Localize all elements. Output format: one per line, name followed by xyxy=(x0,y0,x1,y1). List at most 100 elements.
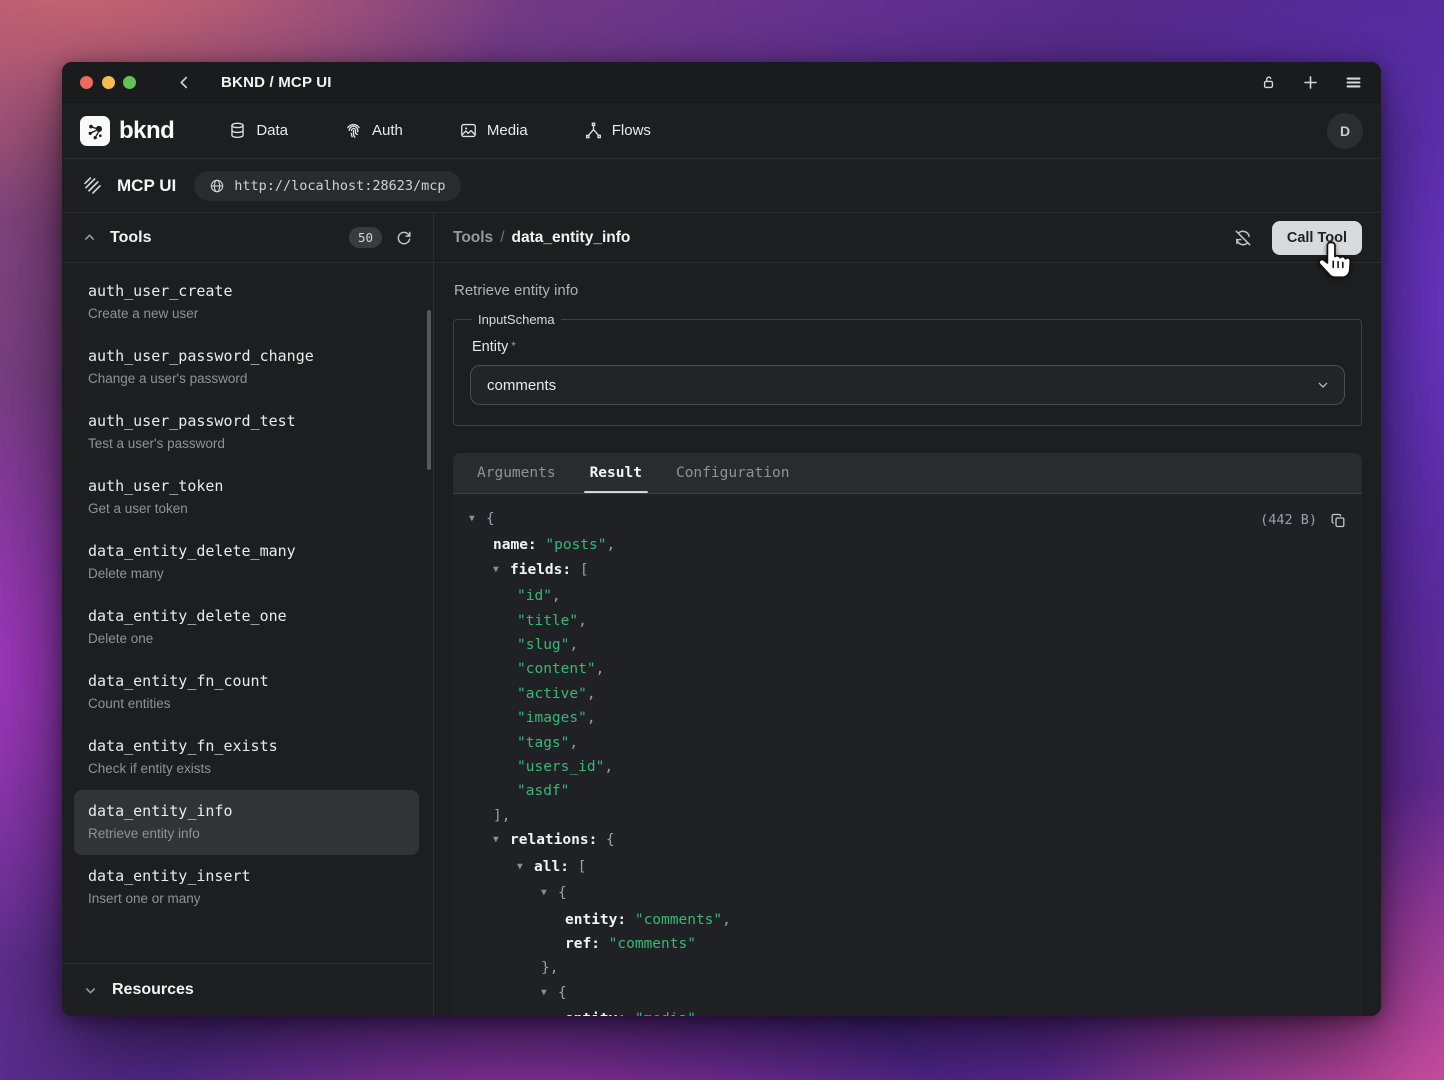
json-string-value: "content" xyxy=(517,661,596,677)
call-tool-button[interactable]: Call Tool xyxy=(1272,221,1362,255)
photo-icon xyxy=(459,121,478,140)
tool-list-item[interactable]: auth_user_token Get a user token xyxy=(74,465,419,530)
tool-list-item[interactable]: auth_user_create Create a new user xyxy=(74,270,419,335)
tool-list-item[interactable]: data_entity_delete_many Delete many xyxy=(74,530,419,595)
tool-name: data_entity_fn_count xyxy=(88,671,405,691)
tool-list-item[interactable]: auth_user_password_test Test a user's pa… xyxy=(74,400,419,465)
app-nav-bar: bknd Data Auth Media Flows xyxy=(62,103,1381,159)
result-size-label: (442 B) xyxy=(1260,508,1317,532)
json-punctuation: }, xyxy=(541,960,558,976)
nav-item-auth[interactable]: Auth xyxy=(344,121,403,140)
back-icon[interactable] xyxy=(176,74,193,91)
tools-section-title: Tools xyxy=(110,229,151,247)
collapse-arrow-icon[interactable]: ▼ xyxy=(517,855,534,879)
tool-list-item[interactable]: data_entity_insert Insert one or many xyxy=(74,855,419,920)
user-avatar[interactable]: D xyxy=(1327,113,1363,149)
database-icon xyxy=(228,121,247,140)
close-window-button[interactable] xyxy=(80,76,93,89)
tool-name: auth_user_create xyxy=(88,281,405,301)
json-key: relations: xyxy=(510,832,597,848)
resources-section-title: Resources xyxy=(112,981,194,999)
json-string-value: "posts" xyxy=(537,537,607,553)
tab[interactable]: Arguments xyxy=(477,453,556,493)
json-line: ▼{ xyxy=(469,981,1346,1007)
lock-open-icon[interactable] xyxy=(1260,74,1277,91)
json-punctuation: [ xyxy=(571,562,588,578)
collapse-arrow-icon[interactable]: ▼ xyxy=(493,828,510,852)
nav-item-flows[interactable]: Flows xyxy=(584,121,651,140)
input-schema-legend: InputSchema xyxy=(472,312,561,327)
tool-description: Check if entity exists xyxy=(88,760,405,778)
tool-description-text: Retrieve entity info xyxy=(454,282,1361,299)
json-line: "images", xyxy=(469,706,1346,730)
json-line: name: "posts", xyxy=(469,533,1346,557)
tool-detail-body: Retrieve entity info InputSchema Entity*… xyxy=(434,263,1381,1016)
json-string-value: "images" xyxy=(517,710,587,726)
json-string-value: "id" xyxy=(517,588,552,604)
refresh-off-icon[interactable] xyxy=(1233,228,1253,248)
json-string-value: "comments" xyxy=(600,936,696,952)
json-line: "id", xyxy=(469,584,1346,608)
tab[interactable]: Configuration xyxy=(676,453,790,493)
json-punctuation: , xyxy=(552,588,561,604)
tool-name: data_entity_delete_one xyxy=(88,606,405,626)
json-punctuation: { xyxy=(486,511,495,527)
json-line: ref: "comments" xyxy=(469,932,1346,956)
tool-list-item[interactable]: data_entity_fn_exists Check if entity ex… xyxy=(74,725,419,790)
tool-description: Count entities xyxy=(88,695,405,713)
brand-name: bknd xyxy=(119,117,174,145)
collapse-arrow-icon[interactable]: ▼ xyxy=(541,981,558,1005)
breadcrumb-section[interactable]: Tools xyxy=(453,229,493,247)
tools-list: auth_user_create Create a new user auth_… xyxy=(62,263,433,963)
tool-detail-header: Tools / data_entity_info Call Tool xyxy=(434,213,1381,263)
sidebar-scrollbar[interactable] xyxy=(427,310,431,470)
json-string-value: "tags" xyxy=(517,735,569,751)
json-punctuation: , xyxy=(607,537,616,553)
entity-select[interactable]: comments xyxy=(470,365,1345,405)
json-key: entity: xyxy=(565,1011,626,1016)
copy-icon[interactable] xyxy=(1330,512,1347,529)
menu-icon[interactable] xyxy=(1344,73,1363,92)
resources-section-header[interactable]: Resources xyxy=(62,963,433,1016)
tab-strip: Arguments Result Configuration xyxy=(453,453,1362,494)
tool-list-item[interactable]: auth_user_password_change Change a user'… xyxy=(74,335,419,400)
tool-description: Create a new user xyxy=(88,305,405,323)
entity-field-label: Entity* xyxy=(472,339,1343,355)
json-lines: ▼{name: "posts",▼fields: ["id","title","… xyxy=(469,507,1346,1016)
json-line: ▼fields: [ xyxy=(469,558,1346,584)
nav-item-label: Media xyxy=(487,122,528,139)
window-titlebar: BKND / MCP UI xyxy=(62,62,1381,103)
collapse-arrow-icon[interactable]: ▼ xyxy=(469,507,486,531)
nav-item-media[interactable]: Media xyxy=(459,121,528,140)
tool-name: data_entity_delete_many xyxy=(88,541,405,561)
json-punctuation: , xyxy=(587,710,596,726)
collapse-arrow-icon[interactable]: ▼ xyxy=(541,881,558,905)
tool-list-item[interactable]: data_entity_info Retrieve entity info xyxy=(74,790,419,855)
minimize-window-button[interactable] xyxy=(102,76,115,89)
result-tabs-panel: Arguments Result Configuration (442 B) xyxy=(453,453,1362,1016)
json-key: entity: xyxy=(565,912,626,928)
json-line: "users_id", xyxy=(469,755,1346,779)
bknd-logo-icon xyxy=(80,116,110,146)
json-punctuation: , xyxy=(578,613,587,629)
tool-list-item[interactable]: data_entity_fn_count Count entities xyxy=(74,660,419,725)
titlebar-actions xyxy=(1260,73,1363,92)
collapse-arrow-icon[interactable]: ▼ xyxy=(493,558,510,582)
tool-description: Change a user's password xyxy=(88,370,405,388)
chevron-down-icon xyxy=(83,983,98,998)
server-url-pill[interactable]: http://localhost:28623/mcp xyxy=(194,171,460,201)
tab[interactable]: Result xyxy=(590,453,642,493)
refresh-icon[interactable] xyxy=(395,229,413,247)
nav-item-data[interactable]: Data xyxy=(228,121,288,140)
tool-header-actions: Call Tool xyxy=(1233,221,1362,255)
json-string-value: "title" xyxy=(517,613,578,629)
tools-section-header[interactable]: Tools 50 xyxy=(62,213,433,263)
json-punctuation: { xyxy=(558,885,567,901)
zoom-window-button[interactable] xyxy=(123,76,136,89)
result-meta: (442 B) xyxy=(1260,508,1347,532)
plus-icon[interactable] xyxy=(1301,73,1320,92)
tool-name: auth_user_password_change xyxy=(88,346,405,366)
tool-list-item[interactable]: data_entity_delete_one Delete one xyxy=(74,595,419,660)
tool-name: data_entity_info xyxy=(88,801,405,821)
brand-logo[interactable]: bknd xyxy=(80,116,174,146)
